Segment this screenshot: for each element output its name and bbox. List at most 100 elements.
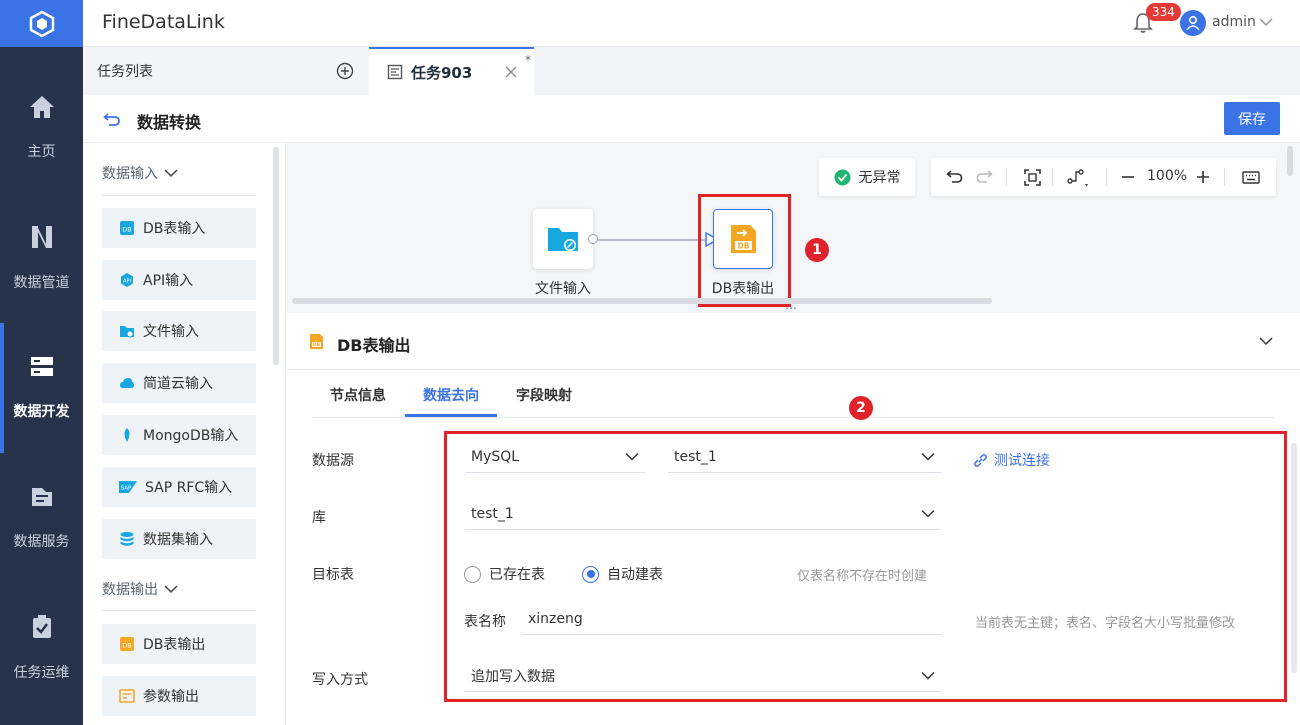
flow-canvas[interactable]: 无异常 100% 文件输入 DB DB表输出 1 ⋯	[287, 143, 1300, 315]
nav-item-service[interactable]: 数据服务	[0, 453, 83, 583]
component-param-output[interactable]: 参数输出	[102, 676, 256, 716]
component-db-input[interactable]: DB DB表输入	[102, 208, 256, 248]
chevron-down-icon[interactable]	[1259, 17, 1273, 27]
save-button[interactable]: 保存	[1224, 102, 1280, 135]
avatar[interactable]	[1180, 10, 1206, 36]
dataset-icon	[120, 532, 134, 546]
home-icon	[29, 96, 54, 118]
group-output[interactable]: 数据输出	[102, 579, 178, 599]
node-detail-panel: DB DB表输出 节点信息 数据去向 字段映射 2 数据源 MySQL test…	[287, 313, 1300, 725]
marker-1: 1	[805, 238, 829, 262]
close-icon[interactable]	[505, 66, 517, 78]
zoom-out-icon[interactable]	[1121, 170, 1135, 184]
folder-icon	[120, 326, 134, 338]
tab-field-mapping[interactable]: 字段映射	[516, 385, 572, 405]
page-title: 数据转换	[137, 113, 202, 132]
page-header: 数据转换 保存	[83, 95, 1300, 143]
chevron-down-icon[interactable]	[1259, 336, 1273, 346]
divider	[1224, 168, 1225, 186]
divider	[1006, 168, 1007, 186]
tab-data-destination[interactable]: 数据去向	[423, 385, 479, 405]
component-db-output[interactable]: DB DB表输出	[102, 624, 256, 664]
tab-task-list[interactable]: 任务列表	[83, 47, 370, 95]
component-label: 数据集输入	[143, 532, 213, 548]
table-name-input[interactable]: xinzeng	[522, 603, 941, 635]
group-label: 数据输入	[102, 166, 158, 182]
keyboard-icon[interactable]	[1242, 171, 1260, 184]
component-label: MongoDB输入	[143, 428, 239, 444]
nav-item-dev[interactable]: 数据开发	[0, 323, 83, 453]
input-value: xinzeng	[528, 610, 583, 627]
nav-item-ops[interactable]: 任务运维	[0, 583, 83, 713]
nav-item-home[interactable]: 主页	[0, 63, 83, 193]
edge-connector	[598, 239, 706, 241]
label-database: 库	[312, 510, 326, 526]
datasource-connection-select[interactable]: test_1	[668, 441, 941, 473]
nav-label: 任务运维	[13, 665, 70, 681]
layout-icon[interactable]	[1067, 168, 1091, 188]
radio-auto-create[interactable]: 自动建表	[582, 564, 663, 584]
datasource-type-select[interactable]: MySQL	[465, 441, 645, 473]
svg-text:DB: DB	[122, 642, 131, 650]
nav-label: 数据管道	[13, 275, 70, 291]
divider	[102, 610, 256, 611]
zoom-in-icon[interactable]	[1196, 170, 1210, 184]
tab-task[interactable]: 任务903 *	[369, 47, 534, 95]
label-table-name: 表名称	[464, 614, 506, 630]
modified-mark: *	[525, 53, 531, 67]
logo-icon	[29, 10, 54, 37]
component-file-input[interactable]: 文件输入	[102, 311, 256, 351]
link-icon	[974, 453, 987, 467]
username[interactable]: admin	[1212, 14, 1256, 30]
component-sap-input[interactable]: SAP SAP RFC输入	[102, 467, 256, 507]
task-icon	[387, 64, 403, 80]
service-icon	[31, 488, 52, 506]
nav-item-pipeline[interactable]: 数据管道	[0, 193, 83, 323]
tab-node-info[interactable]: 节点信息	[330, 385, 386, 405]
group-input[interactable]: 数据输入	[102, 163, 178, 183]
chevron-down-icon	[921, 671, 935, 680]
tab-label: 任务列表	[97, 64, 153, 80]
write-mode-select[interactable]: 追加写入数据	[465, 660, 941, 692]
select-value: test_1	[471, 505, 514, 522]
chevron-down-icon	[625, 452, 639, 461]
horizontal-scrollbar[interactable]	[292, 298, 992, 304]
folder-icon	[548, 228, 578, 251]
db-output-icon: DB	[310, 334, 323, 349]
undo-icon[interactable]	[946, 169, 963, 184]
fit-screen-icon[interactable]	[1024, 169, 1041, 186]
tab-bar: 任务列表 任务903 *	[83, 47, 1300, 95]
tab-label: 任务903	[411, 63, 473, 82]
api-icon: API	[121, 273, 133, 287]
nav-label: 主页	[27, 144, 56, 160]
table-hint: 当前表无主键；表名、字段名大小写批量修改	[975, 616, 1236, 631]
redo-icon[interactable]	[976, 169, 993, 184]
svg-text:DB: DB	[122, 226, 131, 234]
scrollbar[interactable]	[1291, 443, 1297, 673]
radio-label: 已存在表	[489, 567, 545, 583]
vertical-scrollbar[interactable]	[1287, 146, 1293, 176]
scrollbar[interactable]	[273, 147, 279, 365]
component-label: DB表输出	[143, 637, 206, 653]
back-icon[interactable]	[103, 111, 121, 127]
label-target-table: 目标表	[312, 567, 354, 583]
component-mongodb-input[interactable]: MongoDB输入	[102, 415, 256, 455]
node-port-out[interactable]	[588, 234, 598, 244]
top-bar: FineDataLink 334 admin	[83, 0, 1300, 47]
svg-text:DB: DB	[313, 342, 321, 348]
database-select[interactable]: test_1	[465, 498, 941, 530]
component-jdy-input[interactable]: 简道云输入	[102, 363, 256, 403]
component-label: API输入	[143, 273, 194, 289]
node-file-input[interactable]	[533, 209, 593, 269]
label-datasource: 数据源	[312, 453, 354, 469]
divider	[1052, 168, 1053, 186]
status-text: 无异常	[858, 170, 901, 186]
add-tab-icon[interactable]	[336, 62, 354, 80]
test-connection-link[interactable]: 测试连接	[973, 450, 1050, 470]
pipeline-icon	[31, 226, 52, 248]
component-api-input[interactable]: API API输入	[102, 260, 256, 300]
radio-existing-table[interactable]: 已存在表	[464, 564, 545, 584]
svg-text:API: API	[123, 279, 131, 285]
component-dataset-input[interactable]: 数据集输入	[102, 519, 256, 559]
db-output-icon: DB	[120, 637, 134, 651]
